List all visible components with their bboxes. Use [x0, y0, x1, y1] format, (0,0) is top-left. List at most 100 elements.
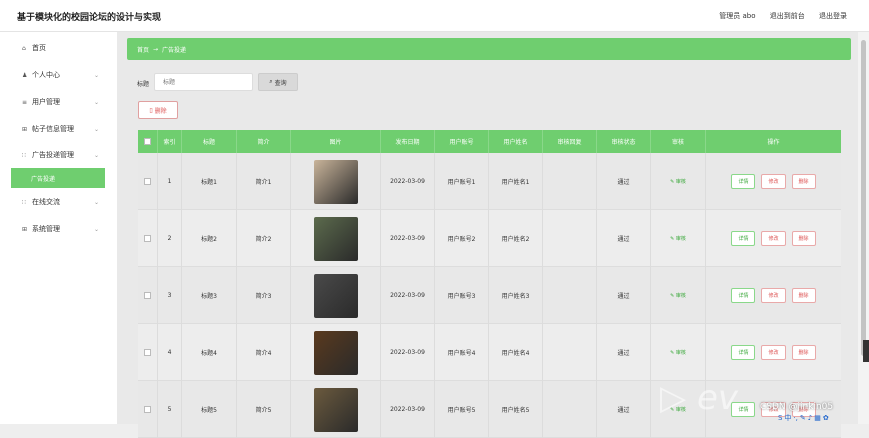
delete-button[interactable]: 删除 [791, 288, 816, 303]
sidebar-item-ads[interactable]: ∷ 广告投递管理 ⌄ [0, 144, 117, 166]
audit-cell: ✎ 审核 [651, 210, 706, 267]
cell-title: 标题5 [182, 381, 237, 438]
keyboard-icon: ▦ [814, 413, 821, 422]
header-checkbox-cell[interactable] [138, 130, 158, 153]
row-checkbox[interactable] [144, 292, 151, 299]
header-reply: 审核回复 [543, 130, 597, 153]
ime-mode-icon: 中 [784, 413, 792, 422]
header-audit: 审核 [651, 130, 706, 153]
table-header: 索引 标题 简介 图片 发布日期 用户账号 用户姓名 审核回复 审核状态 审核 … [138, 130, 841, 153]
cell-account: 用户账号2 [435, 210, 489, 267]
watermark-text: CSDN @jinkin05 [760, 402, 834, 412]
sidebar-item-system[interactable]: ⊞ 系统管理 ⌄ [0, 218, 117, 240]
cell-status: 通过 [597, 324, 651, 381]
ad-thumbnail[interactable] [313, 387, 358, 432]
cell-name: 用户姓名3 [489, 267, 543, 324]
chevron-down-icon: ⌄ [94, 98, 100, 106]
cell-status: 通过 [597, 210, 651, 267]
cell-name: 用户姓名2 [489, 210, 543, 267]
chevron-down-icon: ⌄ [94, 151, 100, 159]
search-button[interactable]: ⌕ 查询 [258, 73, 298, 91]
edit-button[interactable]: 修改 [761, 345, 786, 360]
logout-link[interactable]: 退出登录 [819, 12, 847, 20]
breadcrumb-separator: → [153, 45, 159, 53]
admin-user-label: 管理员 abo [719, 12, 756, 20]
grid-icon: ⊞ [22, 125, 28, 133]
edit-button[interactable]: 修改 [761, 174, 786, 189]
detail-button[interactable]: 详情 [731, 345, 756, 360]
cell-date: 2022-03-09 [381, 153, 435, 210]
sidebar-item-label: 个人中心 [32, 71, 60, 79]
cell-name: 用户姓名4 [489, 324, 543, 381]
sidebar-item-users[interactable]: ≡ 用户管理 ⌄ [0, 91, 117, 113]
row-checkbox[interactable] [144, 235, 151, 242]
search-input[interactable] [154, 73, 253, 91]
cell-name: 用户姓名1 [489, 153, 543, 210]
actions-cell: 详情 修改 删除 [706, 210, 841, 267]
header-actions: 操作 [767, 139, 780, 146]
detail-button[interactable]: 详情 [731, 231, 756, 246]
sidebar-subitem-ad-delivery[interactable]: 广告投递 [11, 168, 105, 188]
cell-index: 3 [158, 267, 182, 324]
cell-account: 用户账号3 [435, 267, 489, 324]
delete-button[interactable]: 删除 [791, 174, 816, 189]
audit-link[interactable]: ✎ 审核 [670, 349, 686, 356]
row-checkbox-cell [138, 324, 158, 381]
chevron-down-icon: ⌄ [94, 225, 100, 233]
ad-thumbnail[interactable] [313, 216, 358, 261]
delete-button[interactable]: 删除 [791, 345, 816, 360]
sidebar-item-home[interactable]: ⌂ 首页 [0, 37, 117, 59]
row-checkbox[interactable] [144, 178, 151, 185]
cell-name: 用户姓名5 [489, 381, 543, 438]
audit-link[interactable]: ✎ 审核 [670, 235, 686, 242]
breadcrumb: 首页 → 广告投递 [127, 38, 851, 60]
row-checkbox[interactable] [144, 406, 151, 413]
cell-reply [543, 210, 597, 267]
ad-thumbnail[interactable] [313, 159, 358, 204]
actions-cell: 详情 修改 删除 [706, 153, 841, 210]
scrollbar-thumb[interactable] [861, 40, 866, 356]
user-icon: ♟ [22, 71, 28, 79]
cell-date: 2022-03-09 [381, 324, 435, 381]
audit-link[interactable]: ✎ 审核 [670, 178, 686, 185]
cell-account: 用户账号5 [435, 381, 489, 438]
edit-button[interactable]: 修改 [761, 231, 786, 246]
sidebar-item-posts[interactable]: ⊞ 帖子信息管理 ⌄ [0, 118, 117, 140]
sidebar-item-chat[interactable]: ∷ 在线交流 ⌄ [0, 191, 117, 213]
cell-account: 用户账号4 [435, 324, 489, 381]
chevron-down-icon: ⌄ [94, 198, 100, 206]
image-cell [291, 324, 381, 381]
cell-reply [543, 267, 597, 324]
ad-thumbnail[interactable] [313, 273, 358, 318]
audit-link[interactable]: ✎ 审核 [670, 292, 686, 299]
side-tab[interactable] [863, 340, 869, 362]
bulk-delete-button[interactable]: ▯ 删除 [138, 101, 178, 119]
select-all-checkbox[interactable] [144, 138, 151, 145]
ad-thumbnail[interactable] [313, 330, 358, 375]
table-row: 4 标题4 简介4 2022-03-09 用户账号4 用户姓名4 通过 ✎ 审核 详情 修改 删除 [138, 324, 841, 381]
cell-reply [543, 381, 597, 438]
apps-icon: ∷ [22, 198, 26, 206]
audit-cell: ✎ 审核 [651, 267, 706, 324]
table-row: 2 标题2 简介2 2022-03-09 用户账号2 用户姓名2 通过 ✎ 审核 详情 修改 删除 [138, 210, 841, 267]
row-checkbox-cell [138, 210, 158, 267]
apps-icon: ∷ [22, 151, 26, 159]
header-title: 标题 [182, 130, 237, 153]
sidebar-item-personal[interactable]: ♟ 个人中心 ⌄ [0, 64, 117, 86]
header-status: 审核状态 [597, 130, 651, 153]
grid-icon: ⊞ [22, 225, 28, 233]
delete-button[interactable]: 删除 [791, 231, 816, 246]
pen-icon: ✎ [799, 413, 806, 422]
cell-reply [543, 153, 597, 210]
actions-cell: 详情 修改 删除 [706, 324, 841, 381]
sidebar-item-label: 广告投递管理 [32, 151, 74, 159]
ime-icon: S [778, 413, 783, 422]
edit-button[interactable]: 修改 [761, 288, 786, 303]
exit-to-frontend-link[interactable]: 退出到前台 [770, 12, 805, 20]
cell-date: 2022-03-09 [381, 210, 435, 267]
breadcrumb-home[interactable]: 首页 [137, 45, 149, 54]
image-cell [291, 381, 381, 438]
row-checkbox[interactable] [144, 349, 151, 356]
detail-button[interactable]: 详情 [731, 174, 756, 189]
detail-button[interactable]: 详情 [731, 288, 756, 303]
